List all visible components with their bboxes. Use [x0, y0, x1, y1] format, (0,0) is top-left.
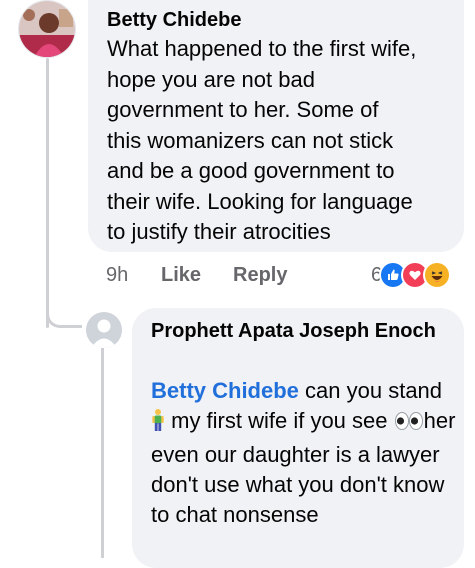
avatar[interactable]	[18, 0, 76, 58]
thread-line	[46, 58, 49, 328]
person-standing-icon	[151, 408, 165, 440]
comment-author[interactable]: Betty Chidebe	[107, 7, 241, 33]
mention-link[interactable]: Betty Chidebe	[151, 378, 299, 403]
reaction-summary[interactable]: 6	[371, 260, 452, 290]
reply-thread-line	[101, 348, 104, 558]
reply-author[interactable]: Prophett Apata Joseph Enoch	[151, 316, 451, 346]
haha-reaction-icon	[423, 261, 452, 289]
reply-button[interactable]: Reply	[233, 262, 287, 288]
profile-photo	[19, 1, 75, 57]
reply-text-part: my first wife if you see	[165, 408, 394, 433]
reply-text-part: can you stand	[298, 378, 443, 403]
comment-text: What happened to the first wife, hope yo…	[107, 36, 417, 244]
like-button[interactable]: Like	[161, 262, 201, 288]
eyes-icon	[394, 410, 424, 440]
thread-connector	[46, 290, 82, 328]
avatar[interactable]	[86, 312, 122, 348]
comment-timestamp[interactable]: 9h	[106, 262, 128, 288]
default-avatar-icon	[86, 312, 122, 348]
reply-text: Betty Chidebe can you stand my first wif…	[151, 376, 456, 530]
